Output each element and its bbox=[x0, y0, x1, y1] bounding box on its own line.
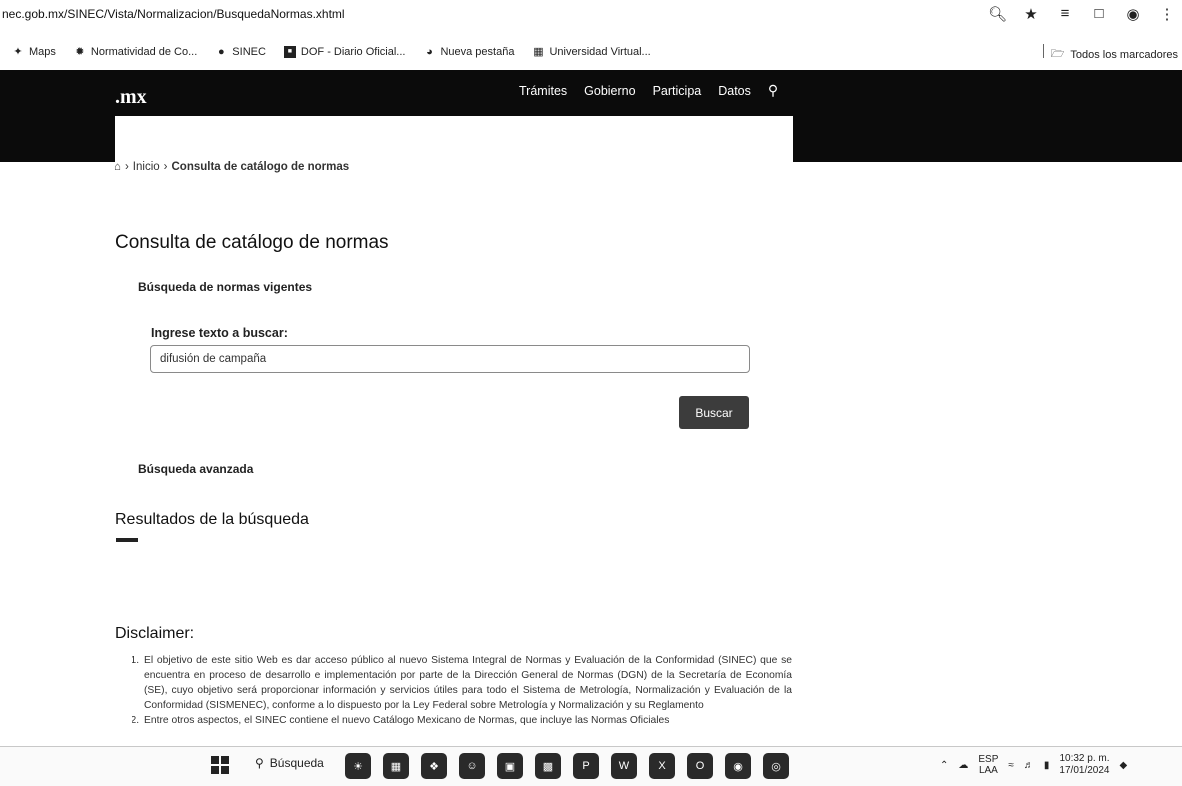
breadcrumb: ⌂ › Inicio › Consulta de catálogo de nor… bbox=[114, 161, 349, 173]
language-top: ESP bbox=[978, 754, 999, 765]
home-icon[interactable]: ⌂ bbox=[114, 161, 121, 173]
main-nav: Trámites Gobierno Participa Datos ⚲ bbox=[519, 82, 778, 99]
zoom-icon[interactable]: 🔍︎ bbox=[988, 5, 1007, 23]
outlook-app-icon[interactable]: O bbox=[687, 753, 713, 779]
bookmark-label: Nueva pestaña bbox=[440, 46, 515, 58]
side-panel-icon[interactable]: □ bbox=[1090, 5, 1108, 23]
bookmarks-bar: ✦ Maps ✹ Normatividad de Co... ● SINEC ■… bbox=[0, 40, 1182, 64]
chevron-up-icon[interactable]: ⌃ bbox=[940, 760, 948, 771]
breadcrumb-home[interactable]: Inicio bbox=[133, 161, 160, 173]
breadcrumb-current: Consulta de catálogo de normas bbox=[171, 161, 350, 173]
nav-participa[interactable]: Participa bbox=[653, 84, 702, 98]
bell-icon[interactable]: ◆ bbox=[1119, 760, 1127, 771]
powerpoint-app-icon[interactable]: P bbox=[573, 753, 599, 779]
store-app-icon[interactable]: ▩ bbox=[535, 753, 561, 779]
excel-app-icon[interactable]: X bbox=[649, 753, 675, 779]
menu-icon[interactable]: ⋮ bbox=[1158, 5, 1176, 23]
clock-date: 17/01/2024 bbox=[1059, 765, 1110, 776]
chrome-app-icon[interactable]: ◉ bbox=[725, 753, 751, 779]
university-icon: ▦ bbox=[533, 46, 544, 58]
wifi-icon[interactable]: ≈ bbox=[1008, 760, 1014, 771]
language-indicator[interactable]: ESP LAA bbox=[978, 754, 998, 776]
all-bookmarks-button[interactable]: 🗁︎ Todos los marcadores bbox=[1051, 45, 1178, 64]
header-panel bbox=[115, 116, 793, 164]
globe-icon: ◕ bbox=[426, 46, 433, 58]
bookmark-star-icon[interactable]: ★ bbox=[1022, 5, 1040, 23]
browser-toolbar: nec.gob.mx/SINEC/Vista/Normalizacion/Bus… bbox=[0, 0, 1182, 32]
results-title: Resultados de la búsqueda bbox=[115, 511, 309, 528]
results-underline bbox=[116, 538, 138, 542]
bookmark-normatividad[interactable]: ✹ Normatividad de Co... bbox=[74, 46, 197, 58]
files-app-icon[interactable]: ▦ bbox=[383, 753, 409, 779]
windows-start-icon[interactable] bbox=[211, 756, 229, 774]
copilot-app-icon[interactable]: ❖ bbox=[421, 753, 447, 779]
disclaimer-text: El objetivo de este sitio Web es dar acc… bbox=[132, 653, 792, 737]
search-icon[interactable]: ⚲ bbox=[768, 82, 778, 99]
chevron-right-icon: › bbox=[163, 161, 168, 173]
disclaimer-title: Disclaimer: bbox=[115, 625, 195, 642]
nav-datos[interactable]: Datos bbox=[718, 84, 751, 98]
advanced-search-link[interactable]: Búsqueda avanzada bbox=[138, 462, 253, 476]
clock-time: 10:32 p. m. bbox=[1059, 753, 1110, 764]
profile-icon[interactable]: ◉ bbox=[1124, 5, 1142, 23]
normatividad-icon: ✹ bbox=[75, 46, 85, 58]
widgets-app-icon[interactable]: ☀ bbox=[345, 753, 371, 779]
address-bar[interactable]: nec.gob.mx/SINEC/Vista/Normalizacion/Bus… bbox=[2, 7, 345, 21]
chevron-right-icon: › bbox=[124, 161, 129, 173]
disclaimer-item: Entre otros aspectos, el SINEC contiene … bbox=[142, 713, 792, 728]
bookmark-label: Maps bbox=[29, 46, 56, 58]
bookmark-dof[interactable]: ■ DOF - Diario Oficial... bbox=[283, 46, 406, 58]
nav-gobierno[interactable]: Gobierno bbox=[584, 84, 635, 98]
search-button[interactable]: Buscar bbox=[679, 396, 749, 429]
bookmark-maps[interactable]: ✦ Maps bbox=[12, 46, 56, 58]
search-label: Ingrese texto a buscar: bbox=[151, 326, 288, 340]
volume-icon[interactable]: ♬ bbox=[1024, 760, 1034, 771]
bookmark-label: Normatividad de Co... bbox=[90, 46, 198, 58]
language-bottom: LAA bbox=[978, 765, 998, 776]
cloud-icon[interactable]: ☁ bbox=[958, 760, 968, 771]
system-tray: ⌃ ☁ ESP LAA ≈ ♬ ▮ 10:32 p. m. 17/01/2024… bbox=[940, 753, 1127, 777]
browser-actions: 🔍︎ ★ ≡ □ ◉ ⋮ bbox=[988, 5, 1176, 23]
bookmark-sinec[interactable]: ● SINEC bbox=[215, 46, 266, 58]
clock[interactable]: 10:32 p. m. 17/01/2024 bbox=[1059, 753, 1109, 777]
chat-app-icon[interactable]: ☺ bbox=[459, 753, 485, 779]
bookmarks-separator bbox=[1043, 44, 1044, 58]
photos-app-icon[interactable]: ▣ bbox=[497, 753, 523, 779]
battery-icon[interactable]: ▮ bbox=[1044, 760, 1050, 771]
maps-icon: ✦ bbox=[13, 46, 23, 58]
disclaimer-item: El objetivo de este sitio Web es dar acc… bbox=[142, 653, 792, 713]
word-app-icon[interactable]: W bbox=[611, 753, 637, 779]
bookmark-label: Universidad Virtual... bbox=[549, 46, 651, 58]
search-icon: ⚲ bbox=[255, 756, 264, 770]
section-title: Búsqueda de normas vigentes bbox=[138, 280, 313, 294]
search-input[interactable] bbox=[150, 345, 750, 373]
reading-list-icon[interactable]: ≡ bbox=[1056, 5, 1074, 23]
dof-icon: ■ bbox=[283, 46, 296, 58]
taskbar-search[interactable]: ⚲ Búsqueda bbox=[255, 756, 324, 770]
bookmark-nueva-pestana[interactable]: ◕ Nueva pestaña bbox=[423, 46, 514, 58]
gobmx-logo[interactable]: .mx bbox=[115, 86, 147, 109]
sinec-icon: ● bbox=[217, 46, 225, 58]
taskbar-apps: ☀ ▦ ❖ ☺ ▣ ▩ P W X O ◉ ◎ bbox=[345, 753, 789, 779]
chrome-profile-app-icon[interactable]: ◎ bbox=[763, 753, 789, 779]
bookmark-universidad[interactable]: ▦ Universidad Virtual... bbox=[532, 46, 651, 58]
page-title: Consulta de catálogo de normas bbox=[115, 232, 389, 253]
all-bookmarks-label: Todos los marcadores bbox=[1070, 48, 1178, 61]
bookmark-label: DOF - Diario Oficial... bbox=[300, 46, 406, 58]
bookmark-label: SINEC bbox=[232, 46, 266, 58]
taskbar-search-label: Búsqueda bbox=[269, 756, 324, 770]
taskbar: ⚲ Búsqueda ☀ ▦ ❖ ☺ ▣ ▩ P W X O ◉ ◎ ⌃ ☁ E… bbox=[0, 746, 1182, 786]
nav-tramites[interactable]: Trámites bbox=[519, 84, 567, 98]
folder-icon: 🗁︎ bbox=[1050, 48, 1065, 60]
